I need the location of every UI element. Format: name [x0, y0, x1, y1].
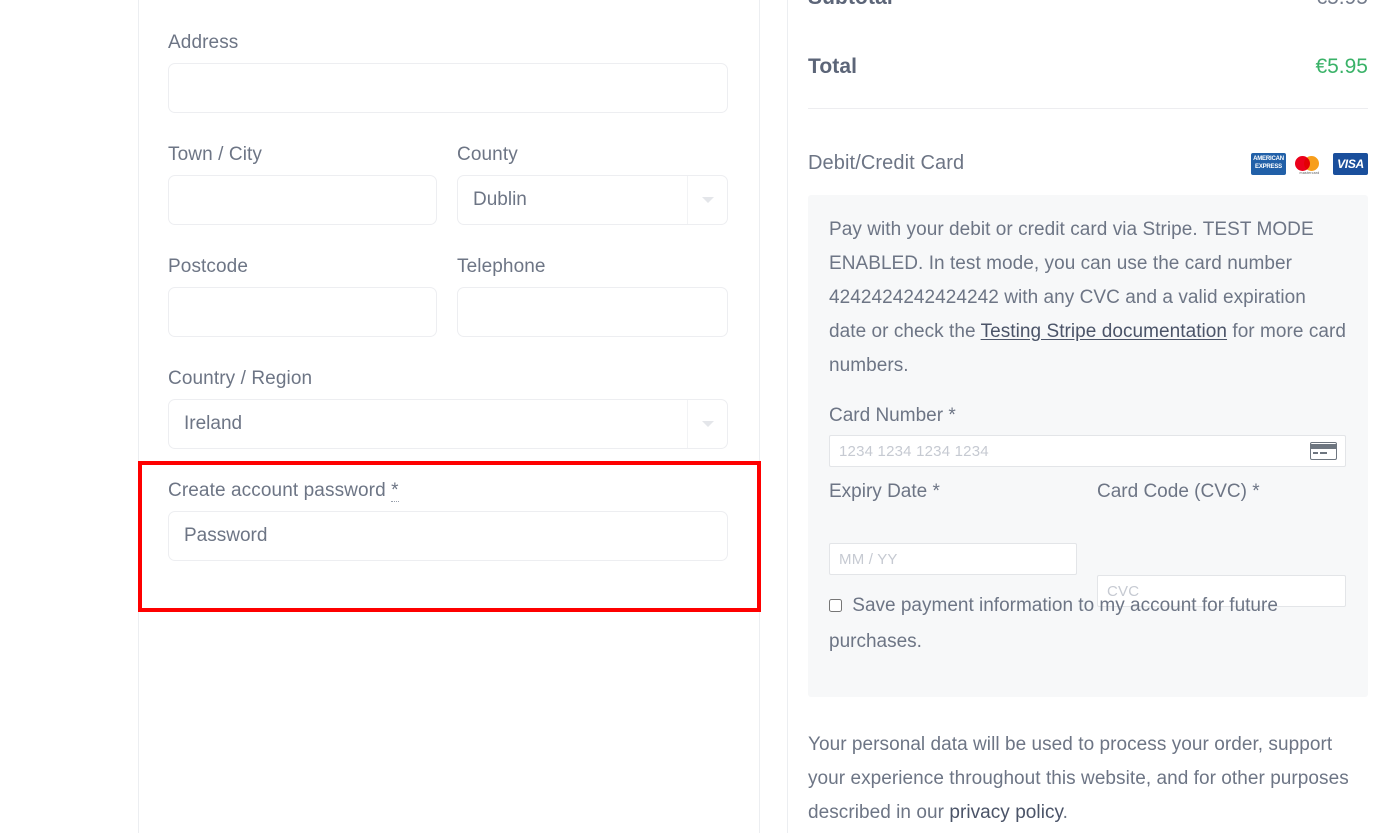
save-payment-info-label: Save payment information to my account f…: [829, 595, 1278, 652]
card-number-field[interactable]: 1234 1234 1234 1234: [829, 435, 1346, 467]
create-account-password-label: Create account password *: [168, 478, 399, 504]
mastercard-orange-circle: [1304, 156, 1319, 171]
total-amount: €5.95: [1315, 55, 1368, 79]
total-row: Total €5.95: [808, 55, 1368, 79]
card-number-label: Card Number *: [829, 403, 956, 429]
address-label: Address: [168, 30, 238, 56]
testing-stripe-documentation-link[interactable]: Testing Stripe documentation: [981, 321, 1227, 342]
country-dropdown-toggle[interactable]: [687, 400, 727, 448]
checkout-page: Address Town / City County Dublin Postco…: [0, 0, 1397, 833]
country-region-label: Country / Region: [168, 366, 312, 392]
town-city-label: Town / City: [168, 142, 262, 168]
county-dropdown-toggle[interactable]: [687, 176, 727, 224]
totals-divider: [808, 108, 1368, 109]
postcode-label: Postcode: [168, 254, 248, 280]
stripe-payment-panel: Pay with your debit or credit card via S…: [808, 195, 1368, 697]
chevron-down-icon: [702, 197, 714, 203]
subtotal-label: Subtotal: [808, 0, 893, 10]
mastercard-wordmark: mastercard: [1292, 171, 1327, 175]
amex-line1: AMERICAN: [1253, 156, 1284, 163]
credit-card-icon: [1310, 442, 1337, 460]
billing-form-column: Address Town / City County Dublin Postco…: [138, 0, 760, 833]
amex-line2: EXPRESS: [1255, 164, 1282, 171]
save-payment-info-checkbox[interactable]: [829, 599, 842, 612]
required-marker: *: [391, 480, 399, 502]
expiry-date-field[interactable]: MM / YY: [829, 543, 1077, 575]
subtotal-row: Subtotal €5.95: [808, 0, 1368, 10]
privacy-policy-link[interactable]: privacy policy: [949, 802, 1062, 823]
country-region-select[interactable]: Ireland: [168, 399, 728, 449]
postcode-input[interactable]: [168, 287, 437, 337]
privacy-text-before: Your personal data will be used to proce…: [808, 734, 1349, 823]
mastercard-icon: mastercard: [1292, 153, 1327, 175]
visa-wordmark: VISA: [1337, 157, 1364, 171]
create-account-password-input[interactable]: [168, 511, 728, 561]
address-input[interactable]: [168, 63, 728, 113]
country-selected-value: Ireland: [169, 400, 242, 448]
county-label: County: [457, 142, 518, 168]
visa-icon: VISA: [1333, 153, 1368, 175]
county-selected-value: Dublin: [458, 176, 527, 224]
stripe-test-mode-description: Pay with your debit or credit card via S…: [829, 213, 1346, 383]
subtotal-amount: €5.95: [1315, 0, 1368, 10]
order-payment-column: Subtotal €5.95 Total €5.95 Debit/Credit …: [787, 0, 1397, 833]
total-label: Total: [808, 55, 857, 79]
privacy-notice: Your personal data will be used to proce…: [808, 728, 1368, 830]
card-code-cvc-label: Card Code (CVC) *: [1097, 479, 1260, 505]
privacy-text-after: .: [1063, 802, 1068, 823]
save-payment-info-row: Save payment information to my account f…: [829, 588, 1346, 660]
telephone-input[interactable]: [457, 287, 728, 337]
chevron-down-icon: [702, 421, 714, 427]
payment-method-title: Debit/Credit Card: [808, 152, 964, 175]
accepted-card-logos: AMERICAN EXPRESS mastercard VISA: [1251, 153, 1368, 175]
payment-method-header: Debit/Credit Card AMERICAN EXPRESS maste…: [808, 152, 1368, 175]
expiry-date-label: Expiry Date *: [829, 479, 940, 505]
amex-icon: AMERICAN EXPRESS: [1251, 153, 1286, 175]
expiry-date-placeholder: MM / YY: [830, 551, 898, 568]
card-number-placeholder: 1234 1234 1234 1234: [830, 443, 989, 460]
county-select[interactable]: Dublin: [457, 175, 728, 225]
telephone-label: Telephone: [457, 254, 546, 280]
password-label-text: Create account password: [168, 480, 386, 501]
town-city-input[interactable]: [168, 175, 437, 225]
